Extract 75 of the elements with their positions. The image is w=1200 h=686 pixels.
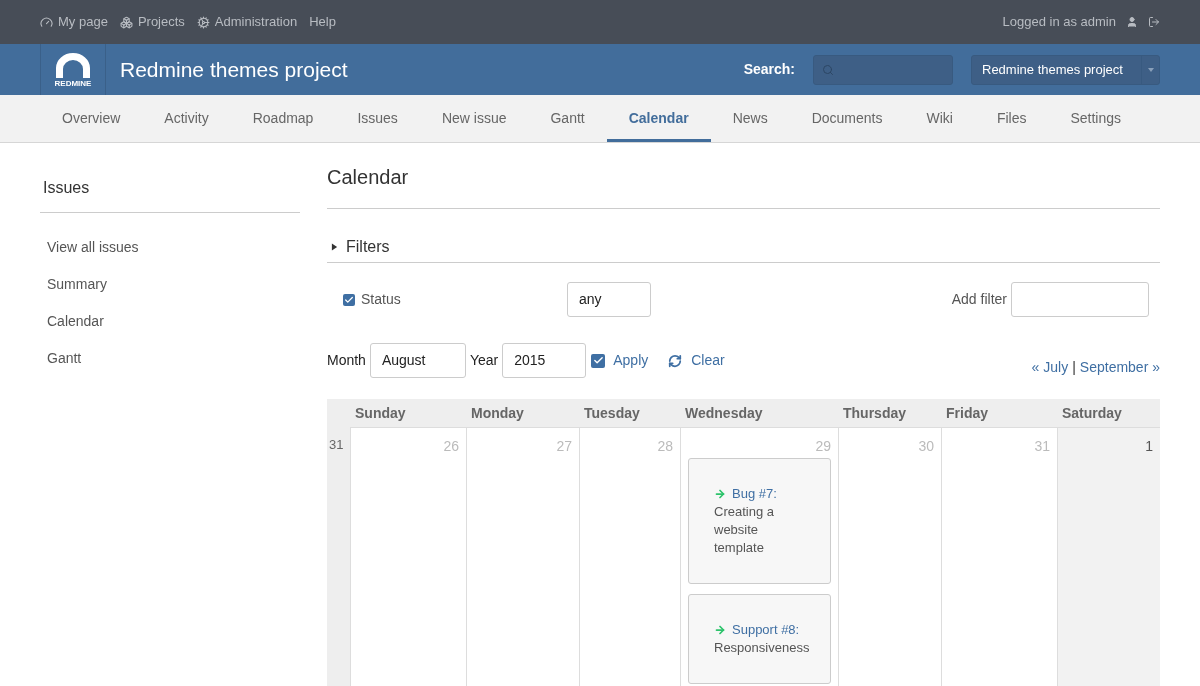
day-number: 26 (442, 437, 459, 456)
logged-in-text: Logged in as admin (1002, 13, 1116, 32)
day-number: 31 (1033, 437, 1050, 456)
project-title: Redmine themes project (120, 56, 348, 83)
day-number: 1 (1144, 437, 1153, 456)
sidebar-link[interactable]: View all issues (47, 237, 300, 258)
search-field[interactable] (813, 54, 953, 85)
user-icon[interactable] (1126, 16, 1138, 28)
sidebar-link[interactable]: Summary (47, 274, 300, 295)
page-title: Calendar (327, 143, 1160, 209)
next-month-link[interactable]: September » (1079, 357, 1160, 378)
boxes-icon (119, 15, 133, 29)
day-number: 28 (656, 437, 673, 456)
add-filter-label: Add filter (951, 290, 1007, 309)
year-label: Year (469, 351, 499, 370)
separator-text: | (1072, 358, 1076, 377)
weekday-header: Friday (945, 403, 989, 423)
nav-tab[interactable]: Issues (335, 95, 420, 142)
top-menu-link[interactable]: Projects (119, 12, 185, 32)
nav-tab[interactable]: New issue (419, 95, 529, 142)
weekday-header: Thursday (842, 403, 907, 423)
expand-arrow-icon[interactable] (331, 243, 338, 251)
arch-icon (54, 51, 92, 78)
weekday-header: Saturday (1061, 403, 1123, 423)
apply-link[interactable]: Apply (613, 350, 649, 371)
issue-card[interactable]: Support #8: Responsiveness (688, 594, 831, 684)
logo-text: REDMINE (54, 79, 92, 88)
month-label: Month (327, 351, 366, 370)
issue-card[interactable]: Bug #7: Creating a website template (688, 458, 831, 584)
status-select[interactable]: any (567, 282, 651, 317)
apply-checkbox[interactable] (591, 353, 606, 368)
status-checkbox[interactable] (343, 293, 355, 306)
clear-link[interactable]: Clear (691, 350, 725, 371)
issue-link[interactable]: Support #8: (732, 622, 800, 637)
status-label: Status (361, 290, 402, 309)
nav-tab[interactable]: Calendar (606, 95, 711, 142)
nav-tab[interactable]: Settings (1048, 95, 1144, 142)
weekday-header: Tuesday (583, 403, 641, 423)
sidebar-link[interactable]: Calendar (47, 311, 300, 332)
nav-tab[interactable]: Wiki (904, 95, 975, 142)
issue-link[interactable]: Bug #7: (732, 486, 777, 501)
nav-tab[interactable]: Files (974, 95, 1049, 142)
nav-tab[interactable]: Gantt (528, 95, 607, 142)
weekday-header: Monday (470, 403, 525, 423)
top-menu-link[interactable]: My page (40, 12, 108, 32)
nav-tab[interactable]: Overview (40, 95, 143, 142)
project-select[interactable]: Redmine themes project (971, 54, 1160, 85)
refresh-icon[interactable] (668, 353, 683, 368)
nav-tab[interactable]: Documents (789, 95, 905, 142)
week-number: 31 (328, 436, 345, 454)
weekday-header: Wednesday (684, 403, 764, 423)
top-menu-link[interactable]: Help (309, 12, 336, 32)
weekday-header: Sunday (354, 403, 407, 423)
year-select[interactable]: 2015 (502, 343, 587, 378)
gauge-icon (40, 15, 53, 29)
logout-icon[interactable] (1148, 16, 1160, 28)
gears-icon (196, 15, 210, 29)
issue-subject: Creating a website template (714, 503, 775, 557)
day-number: 27 (555, 437, 572, 456)
day-number: 29 (814, 437, 831, 456)
day-number: 30 (917, 437, 934, 456)
search-label: Search: (743, 60, 795, 79)
previous-month-link[interactable]: « July (1031, 357, 1069, 378)
nav-tab[interactable]: Activity (142, 95, 231, 142)
caret-icon (1147, 67, 1154, 72)
arrow-right-icon (714, 488, 726, 500)
sidebar-title: Issues (40, 176, 300, 213)
filters-legend[interactable]: Filters (346, 235, 390, 259)
top-menu-link[interactable]: Administration (196, 12, 298, 32)
sidebar-link[interactable]: Gantt (47, 348, 300, 369)
nav-tab[interactable]: Roadmap (230, 95, 336, 142)
month-select[interactable]: August (369, 343, 466, 378)
arrow-right-icon (714, 624, 726, 636)
nav-tab[interactable]: News (710, 95, 790, 142)
search-icon (822, 63, 834, 76)
